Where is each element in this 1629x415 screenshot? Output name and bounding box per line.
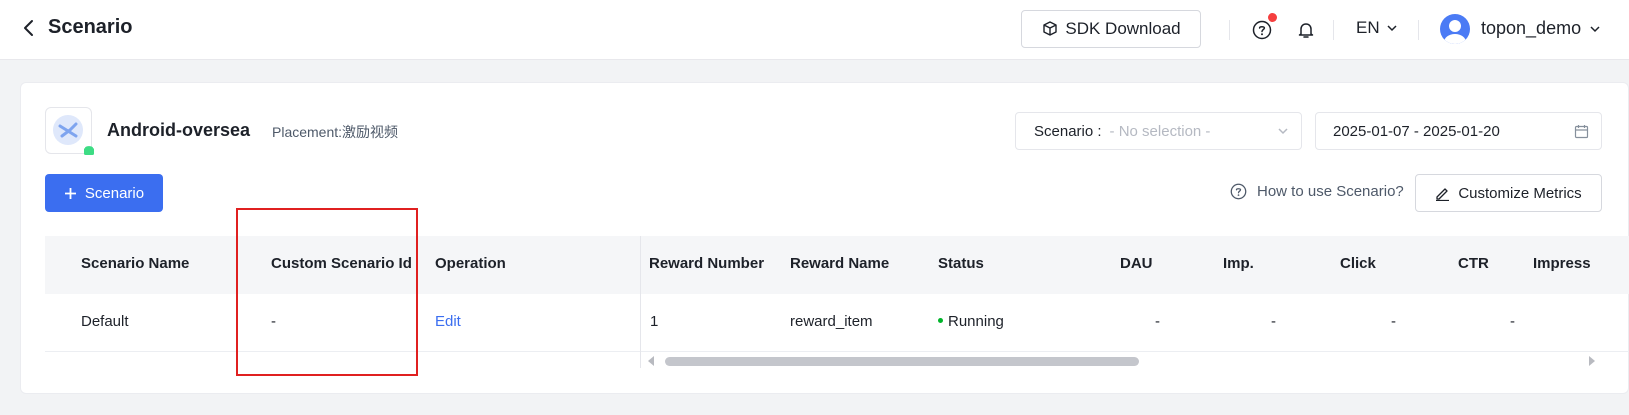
column-header[interactable]: Reward Name bbox=[790, 255, 889, 272]
horizontal-scrollbar[interactable] bbox=[665, 357, 1139, 366]
android-icon bbox=[84, 146, 94, 155]
column-header[interactable]: Impress bbox=[1533, 255, 1591, 272]
language-selector[interactable]: EN bbox=[1356, 18, 1398, 38]
calendar-icon bbox=[1574, 125, 1589, 139]
back-arrow-icon[interactable] bbox=[18, 16, 40, 40]
scenario-filter-label: Scenario : bbox=[1034, 122, 1102, 140]
column-header[interactable]: CTR bbox=[1458, 255, 1489, 272]
add-scenario-label: Scenario bbox=[84, 184, 145, 202]
cell-reward-number: 1 bbox=[650, 313, 659, 330]
column-header[interactable]: Status bbox=[938, 255, 984, 272]
status-label: Running bbox=[948, 313, 1004, 330]
highlight-annotation-box bbox=[236, 208, 418, 376]
cell-reward-name: reward_item bbox=[790, 313, 873, 330]
scroll-left-arrow-icon[interactable] bbox=[648, 356, 654, 366]
date-range-picker[interactable]: 2025-01-07 - 2025-01-20 bbox=[1315, 112, 1602, 150]
help-icon bbox=[1230, 183, 1247, 200]
customize-metrics-button[interactable]: Customize Metrics bbox=[1415, 174, 1602, 212]
bell-icon[interactable] bbox=[1296, 20, 1316, 40]
divider bbox=[1333, 20, 1334, 40]
how-to-use-label: How to use Scenario? bbox=[1257, 183, 1404, 200]
date-range-value: 2025-01-07 - 2025-01-20 bbox=[1333, 122, 1500, 140]
user-menu[interactable]: topon_demo bbox=[1481, 18, 1601, 39]
divider bbox=[1418, 20, 1419, 40]
add-scenario-button[interactable]: Scenario bbox=[45, 174, 163, 212]
package-icon bbox=[1043, 21, 1058, 36]
status-dot bbox=[938, 317, 943, 323]
cell-scenario-name: Default bbox=[81, 313, 129, 330]
edit-link[interactable]: Edit bbox=[435, 313, 461, 330]
column-header[interactable]: Click bbox=[1340, 255, 1376, 272]
plus-icon bbox=[64, 187, 76, 199]
scenario-filter-select[interactable]: Scenario : - No selection - bbox=[1015, 112, 1302, 150]
column-header[interactable]: Scenario Name bbox=[81, 255, 189, 272]
scroll-right-arrow-icon[interactable] bbox=[1589, 356, 1595, 366]
cell-ctr: - bbox=[1510, 313, 1515, 330]
chevron-down-icon bbox=[1278, 128, 1288, 135]
customize-metrics-label: Customize Metrics bbox=[1458, 184, 1582, 202]
cell-imp: - bbox=[1271, 313, 1276, 330]
sdk-download-button[interactable]: SDK Download bbox=[1021, 10, 1201, 48]
chevron-down-icon bbox=[1387, 25, 1397, 32]
top-header: Scenario SDK Download EN topon_demo bbox=[0, 0, 1629, 60]
column-header[interactable]: Imp. bbox=[1223, 255, 1254, 272]
edit-icon bbox=[1436, 187, 1450, 201]
how-to-use-link[interactable]: How to use Scenario? bbox=[1230, 183, 1404, 200]
column-header[interactable]: Reward Number bbox=[649, 255, 764, 272]
chevron-down-icon bbox=[1590, 25, 1600, 32]
column-header[interactable]: DAU bbox=[1120, 255, 1153, 272]
language-label: EN bbox=[1356, 18, 1380, 37]
username: topon_demo bbox=[1481, 18, 1582, 38]
sdk-download-label: SDK Download bbox=[1065, 19, 1181, 38]
help-icon[interactable] bbox=[1252, 20, 1272, 40]
scenario-filter-placeholder: - No selection - bbox=[1109, 122, 1211, 140]
app-name: Android-oversea bbox=[107, 120, 251, 140]
page-title: Scenario bbox=[48, 16, 133, 38]
cell-dau: - bbox=[1155, 313, 1160, 330]
notification-dot bbox=[1268, 13, 1277, 22]
placement-label: Placement:激励视频 bbox=[272, 124, 399, 140]
column-header[interactable]: Operation bbox=[435, 255, 506, 272]
divider bbox=[1229, 20, 1230, 40]
user-avatar[interactable] bbox=[1440, 14, 1470, 44]
fixed-column-divider bbox=[640, 236, 641, 368]
cell-click: - bbox=[1391, 313, 1396, 330]
cell-status: Running bbox=[938, 313, 1004, 330]
